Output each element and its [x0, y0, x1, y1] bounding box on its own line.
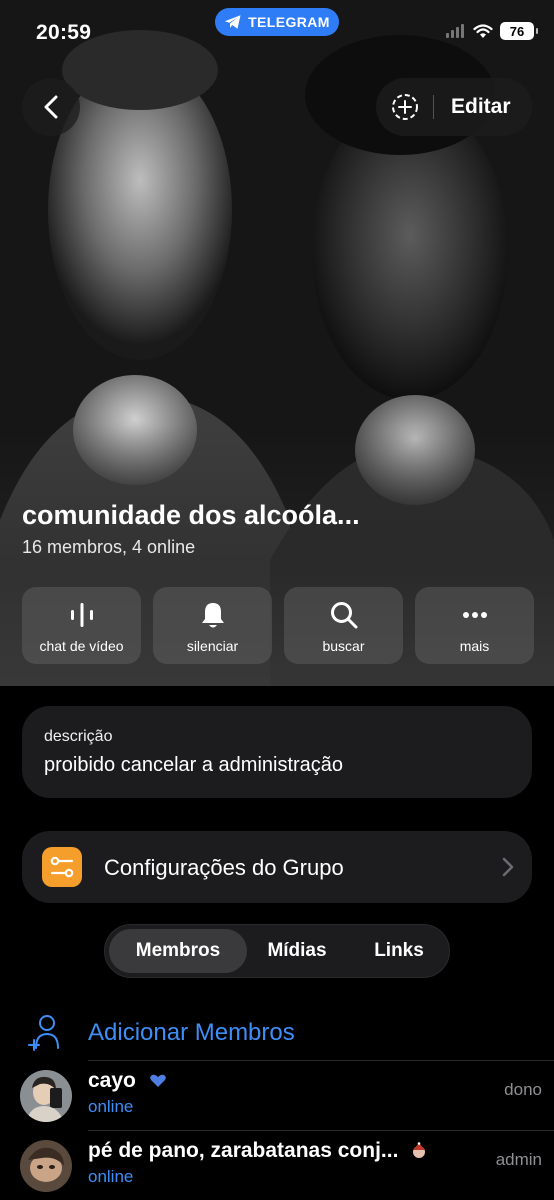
bell-icon — [201, 603, 224, 628]
add-member-icon — [28, 1015, 59, 1051]
avatar — [20, 1070, 72, 1122]
voice-chat-icon — [70, 603, 93, 627]
tab-media[interactable]: Mídias — [255, 929, 339, 973]
member-row[interactable]: pé de pano, zarabatanas conj... online a… — [0, 1134, 554, 1200]
status-bar: 20:59 TELEGRAM 76 — [0, 0, 554, 60]
group-header-photo: 20:59 TELEGRAM 76 Editar comunidade dos … — [0, 0, 554, 686]
settings-icon-badge — [42, 847, 82, 887]
mute-label: silenciar — [186, 638, 239, 654]
member-role: dono — [504, 1080, 542, 1099]
video-chat-label: chat de vídeo — [39, 638, 124, 654]
description-card[interactable]: descrição proibido cancelar a administra… — [22, 706, 532, 798]
tab-members[interactable]: Membros — [109, 929, 247, 973]
edit-pill: Editar — [376, 78, 532, 136]
add-story-icon[interactable] — [390, 92, 420, 122]
telegram-pill-label: TELEGRAM — [248, 14, 330, 30]
wifi-icon — [473, 23, 493, 38]
members-tabs: Membros Mídias Links — [104, 924, 450, 978]
member-count: 16 membros, 4 online — [22, 537, 196, 557]
chevron-right-icon — [502, 857, 514, 877]
add-members-label: Adicionar Membros — [88, 1019, 295, 1046]
group-settings-row[interactable]: Configurações do Grupo — [22, 831, 532, 903]
member-name: pé de pano, zarabatanas conj... — [88, 1139, 428, 1163]
mute-button[interactable]: silenciar — [153, 587, 272, 664]
paper-plane-icon — [224, 15, 241, 29]
group-settings-label: Configurações do Grupo — [104, 855, 344, 880]
group-title: comunidade dos alcoóla... — [22, 500, 360, 530]
sliders-icon — [50, 856, 74, 878]
more-label: mais — [459, 638, 490, 654]
member-name-text: cayo — [88, 1069, 136, 1092]
search-icon — [330, 602, 357, 629]
back-button[interactable] — [22, 78, 80, 136]
divider — [88, 1130, 554, 1131]
more-icon — [462, 612, 487, 618]
heart-emoji-icon — [149, 1075, 166, 1088]
member-name: cayo — [88, 1069, 168, 1093]
avatar — [20, 1140, 72, 1192]
more-button[interactable]: mais — [415, 587, 534, 664]
edit-button[interactable]: Editar — [451, 95, 511, 119]
add-members-button[interactable]: Adicionar Membros — [0, 1008, 554, 1060]
video-chat-button[interactable]: chat de vídeo — [22, 587, 141, 664]
battery-icon: 76 — [500, 22, 538, 40]
search-button[interactable]: buscar — [284, 587, 403, 664]
divider — [88, 1060, 554, 1061]
member-role: admin — [495, 1150, 542, 1169]
description-text: proibido cancelar a administração — [44, 754, 344, 776]
member-status: online — [88, 1097, 134, 1116]
signal-icon — [446, 24, 464, 38]
tab-links[interactable]: Links — [355, 929, 443, 973]
description-label: descrição — [44, 728, 113, 745]
member-row[interactable]: cayo online dono — [0, 1064, 554, 1130]
chevron-left-icon — [44, 95, 58, 119]
telegram-pill[interactable]: TELEGRAM — [215, 8, 339, 36]
emoji-badge-icon — [413, 1142, 426, 1159]
member-status: online — [88, 1167, 134, 1186]
action-buttons: chat de vídeo silenciar buscar mais — [22, 587, 534, 664]
status-time: 20:59 — [36, 21, 92, 44]
member-name-text: pé de pano, zarabatanas conj... — [88, 1139, 399, 1162]
search-label: buscar — [322, 638, 365, 654]
